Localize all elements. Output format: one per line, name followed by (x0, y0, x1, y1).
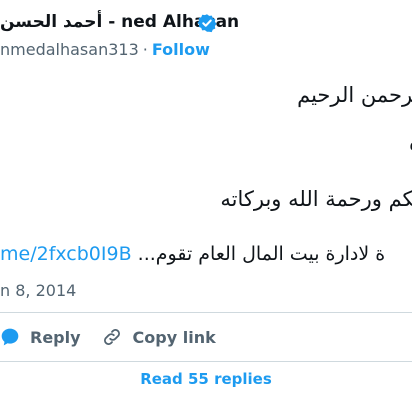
read-replies-button[interactable]: Read 55 replies (0, 362, 412, 396)
tweet-actions: Reply Copy link (0, 322, 236, 352)
reply-button[interactable]: Reply (0, 327, 81, 347)
copy-link-label: Copy link (132, 327, 216, 347)
copy-link-button[interactable]: Copy link (101, 326, 216, 348)
tweet-timestamp[interactable]: n 8, 2014 (0, 281, 76, 300)
tweet-text-line: لرحمن الرحيم (297, 83, 412, 107)
author-handle[interactable]: nmedalhasan313 (0, 40, 139, 59)
tweet-text-line-with-link: me/2fxcb0I9B ة لادارة بيت المال العام تق… (0, 243, 385, 265)
separator-dot: · (142, 40, 148, 59)
verified-badge-icon (197, 14, 217, 33)
tweet-text-line: يكم ورحمة الله وبركاته (220, 187, 412, 211)
divider (0, 312, 412, 313)
reply-label: Reply (30, 327, 81, 347)
follow-button[interactable]: Follow (152, 40, 210, 59)
link-icon (103, 329, 120, 345)
reply-bubble-icon (1, 328, 19, 346)
tweet-link[interactable]: me/2fxcb0I9B (0, 243, 132, 265)
author-handle-row: nmedalhasan313 · Follow (0, 40, 210, 59)
tweet-text: ة لادارة بيت المال العام تقوم... (137, 243, 386, 265)
